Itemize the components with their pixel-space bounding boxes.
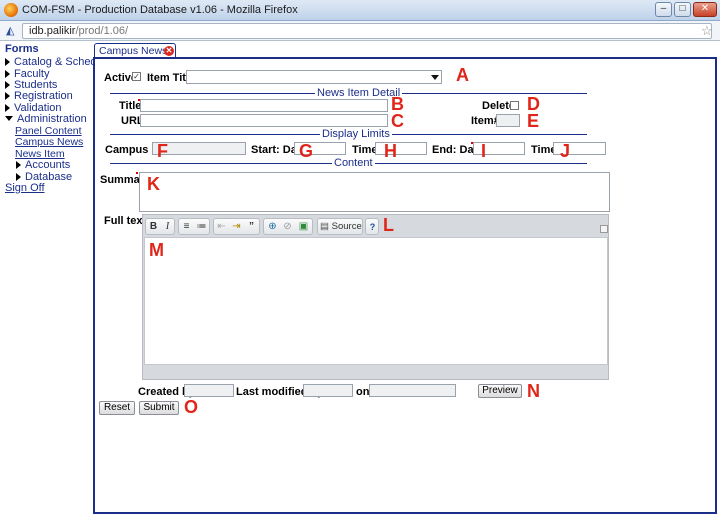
sidebar-nav: Forms Catalog & Schedule Faculty Student…: [0, 41, 111, 519]
unlink-icon[interactable]: ⊘: [281, 221, 294, 233]
blockquote-button[interactable]: ”: [245, 221, 258, 233]
image-icon[interactable]: ▣: [297, 221, 310, 233]
section-title-detail: News Item Detail: [315, 87, 403, 99]
annotation-g: G: [299, 141, 314, 161]
created-by-field: [184, 384, 234, 397]
italic-button[interactable]: I: [161, 221, 174, 233]
bulleted-list-icon[interactable]: ≔: [195, 221, 208, 233]
help-button[interactable]: ?: [366, 221, 379, 233]
preview-button[interactable]: Preview: [478, 384, 522, 398]
triangle-right-icon: [5, 92, 10, 100]
delete-checkbox[interactable]: [510, 101, 519, 110]
annotation-k: K: [147, 174, 160, 194]
close-icon[interactable]: ✕: [164, 46, 174, 56]
tab-strip: Campus News ✕: [93, 41, 720, 59]
url-input[interactable]: [140, 114, 388, 127]
required-marker: [136, 172, 138, 174]
reset-button[interactable]: Reset: [99, 401, 135, 415]
sidebar-item-label: Registration: [14, 90, 73, 102]
title-input[interactable]: [140, 99, 388, 112]
window-titlebar: COM-FSM - Production Database v1.06 - Mo…: [0, 0, 720, 21]
annotation-m: M: [149, 240, 164, 260]
annotation-h: H: [384, 141, 397, 161]
annotation-o: O: [184, 397, 199, 417]
annotation-l: L: [383, 215, 394, 235]
item-title-select[interactable]: [186, 70, 442, 84]
url-bar: ◭ idb.palikir/prod/1.06/ ☆: [0, 21, 720, 41]
annotation-c: C: [391, 111, 404, 131]
close-window-icon[interactable]: ✕: [693, 2, 717, 17]
toolbar-group-insert: ⊕ ⊘ ▣: [263, 218, 313, 235]
address-input[interactable]: idb.palikir/prod/1.06/ ☆: [22, 23, 713, 39]
section-title-limits: Display Limits: [320, 128, 392, 140]
fulltext-editor-area[interactable]: [144, 237, 608, 365]
link-icon[interactable]: ⊕: [266, 221, 279, 233]
submit-button[interactable]: Submit: [139, 401, 179, 415]
annotation-i: I: [481, 141, 487, 161]
title-label: Title: [119, 100, 142, 112]
sidebar-item-label: Accounts: [25, 159, 71, 171]
toolbar-group-format: B I: [145, 218, 175, 235]
toolbar-collapse-icon[interactable]: [600, 225, 608, 233]
toolbar-group-indent: ⇤ ⇥ ”: [213, 218, 260, 235]
indent-icon[interactable]: ⇥: [230, 221, 243, 233]
toolbar-group-help: ?: [365, 218, 379, 235]
minimize-icon[interactable]: –: [655, 2, 672, 17]
sidebar-item-registration[interactable]: Registration: [5, 90, 73, 102]
summary-textarea[interactable]: [139, 172, 610, 212]
triangle-right-icon: [5, 81, 10, 89]
numbered-list-icon[interactable]: ≡: [180, 221, 193, 233]
signoff-link[interactable]: Sign Off: [5, 182, 45, 194]
nav-link-campus-news[interactable]: Campus News: [15, 136, 83, 148]
annotation-e: E: [527, 111, 540, 131]
triangle-right-icon: [16, 173, 21, 181]
bold-button[interactable]: B: [147, 221, 160, 233]
triangle-right-icon: [16, 161, 21, 169]
star-icon[interactable]: ☆: [701, 24, 713, 38]
toolbar-group-source: ▤ Source: [317, 218, 363, 235]
start-time-input[interactable]: [375, 142, 427, 155]
sidebar-item-administration[interactable]: Administration: [5, 113, 87, 125]
outdent-icon[interactable]: ⇤: [215, 221, 228, 233]
annotation-n: N: [527, 381, 540, 401]
toolbar-group-lists: ≡ ≔: [178, 218, 210, 235]
active-checkbox[interactable]: ✓: [132, 72, 141, 81]
sidebar-item-accounts[interactable]: Accounts: [16, 159, 70, 171]
item-number-field: [496, 114, 520, 127]
window-title: COM-FSM - Production Database v1.06 - Mo…: [22, 4, 298, 16]
start-time-label: Time: [352, 144, 378, 156]
annotation-f: F: [157, 141, 168, 161]
editor-toolbar: B I ≡ ≔ ⇤ ⇥ ” ⊕ ⊘ ▣ ▤ Source ?: [145, 218, 379, 236]
maximize-icon[interactable]: □: [674, 2, 691, 17]
source-label: Source: [331, 221, 362, 232]
section-title-content: Content: [332, 157, 375, 169]
url-path: /prod/1.06/: [75, 25, 129, 37]
fulltext-label: Full text: [104, 215, 147, 227]
modified-on-field: [369, 384, 456, 397]
source-button[interactable]: ▤ Source: [320, 221, 362, 233]
triangle-down-icon: [5, 116, 13, 121]
last-modified-field: [303, 384, 353, 397]
campus-label: Campus: [105, 144, 149, 156]
triangle-right-icon: [5, 104, 10, 112]
source-icon: ▤: [320, 221, 332, 232]
sidebar-item-label: Administration: [17, 113, 87, 125]
firefox-icon: [4, 3, 18, 17]
address-text: idb.palikir/prod/1.06/: [29, 25, 128, 37]
triangle-right-icon: [5, 58, 10, 66]
triangle-right-icon: [5, 70, 10, 78]
on-label: on: [356, 386, 370, 398]
tab-label: Campus News: [99, 45, 168, 57]
url-host: idb.palikir: [29, 25, 76, 37]
annotation-a: A: [456, 65, 469, 85]
nav-heading-forms: Forms: [5, 43, 39, 55]
annotation-j: J: [560, 141, 571, 161]
chevron-down-icon: [431, 75, 439, 80]
site-identity-icon[interactable]: ◭: [6, 25, 18, 37]
